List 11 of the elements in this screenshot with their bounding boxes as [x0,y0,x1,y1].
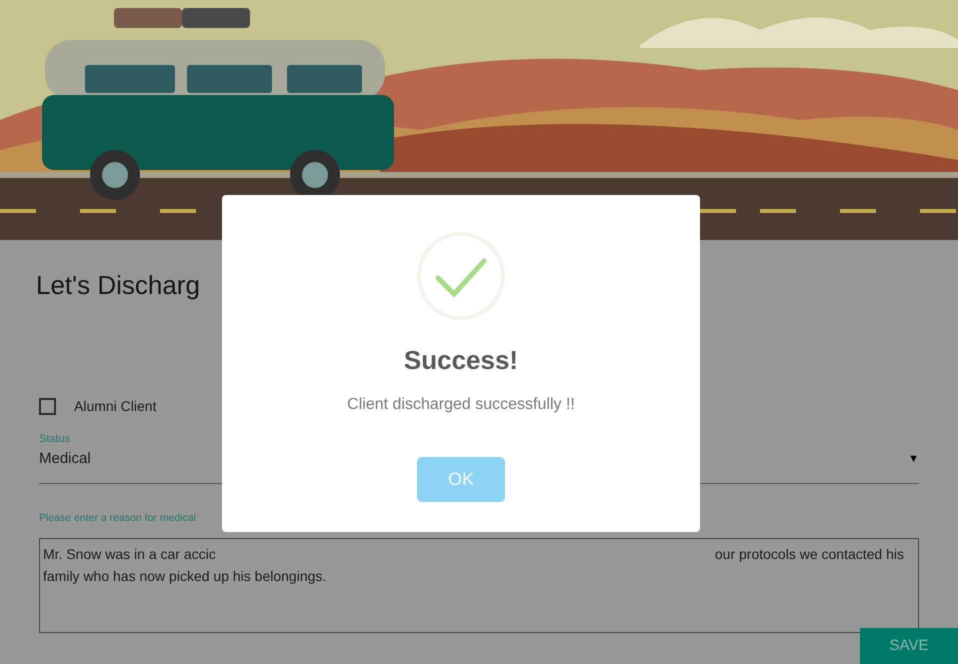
save-button[interactable]: SAVE [860,628,958,664]
reason-textarea[interactable]: Mr. Snow was in a car accic our protocols we contacted his family who has now picked up his belongings. [39,538,919,634]
page-title: Let's Discharg [36,269,201,302]
dialog-message: Client discharged successfully !! [347,395,575,415]
reason-label: Please enter a reason for medical [39,510,196,526]
alumni-checkbox[interactable] [39,398,56,415]
check-icon [416,231,506,321]
status-label: Status [39,433,70,446]
dialog-title: Success! [404,344,518,377]
alumni-label: Alumni Client [74,397,156,416]
ok-button[interactable]: OK [417,457,505,502]
